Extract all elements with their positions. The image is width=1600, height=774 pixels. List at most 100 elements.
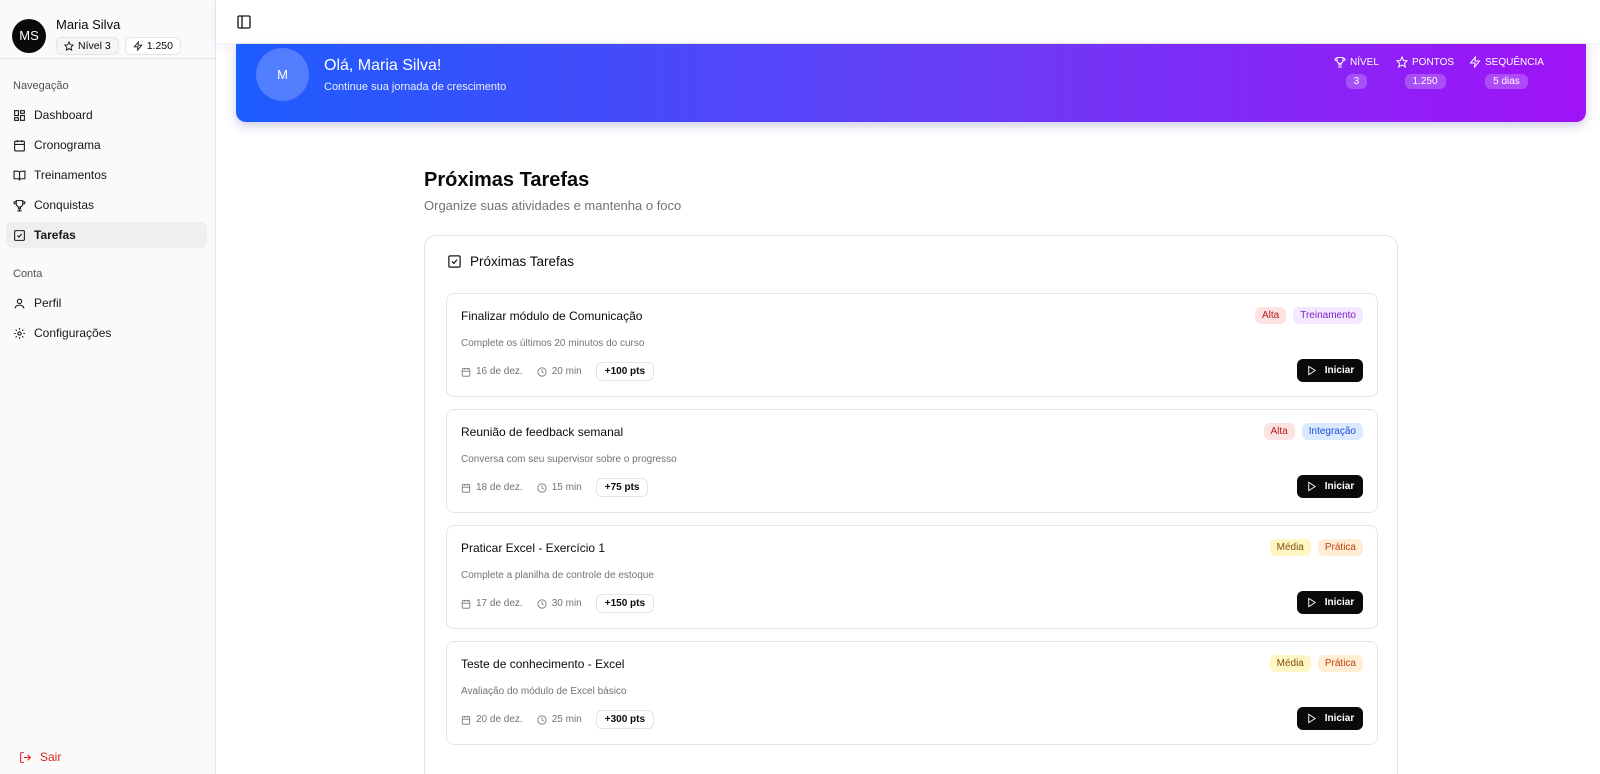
task-tags: Média Prática xyxy=(1269,539,1363,556)
stat-streak: SEQUÊNCIA 5 dias xyxy=(1469,56,1544,89)
start-task-label: Iniciar xyxy=(1324,481,1355,492)
checkbox-icon xyxy=(448,255,461,268)
nav-section: Navegação Dashboard Cronograma Treinamen… xyxy=(0,80,215,248)
points-badge: 1.250 xyxy=(124,36,181,55)
task-points-badge: +100 pts xyxy=(595,362,655,381)
calendar-icon xyxy=(461,715,471,725)
user-badges: Nível 3 1.250 xyxy=(56,36,181,55)
task-points-badge: +75 pts xyxy=(595,478,649,497)
points-badge-label: 1.250 xyxy=(146,39,173,52)
priority-badge: Média xyxy=(1269,539,1311,556)
level-badge: Nível 3 xyxy=(56,36,119,55)
calendar-icon xyxy=(14,139,25,151)
task-description: Complete a planilha de controle de estoq… xyxy=(461,570,654,581)
sidebar-item-label: Conquistas xyxy=(34,198,95,212)
priority-badge: Alta xyxy=(1263,423,1295,440)
task-tags: Alta Treinamento xyxy=(1254,307,1363,324)
logout-button[interactable]: Sair xyxy=(19,750,61,764)
category-badge: Prática xyxy=(1317,539,1363,556)
task-title: Finalizar módulo de Comunicação xyxy=(461,309,643,323)
stat-streak-label: SEQUÊNCIA xyxy=(1485,56,1544,68)
sidebar-item-label: Treinamentos xyxy=(34,168,107,182)
tasks-card-title: Próximas Tarefas xyxy=(470,254,575,269)
sidebar-item-label: Tarefas xyxy=(34,228,76,242)
tasks-card: Próximas Tarefas Finalizar módulo de Com… xyxy=(424,235,1398,774)
task-date: 17 de dez. xyxy=(461,598,523,609)
clock-icon xyxy=(537,366,547,377)
start-task-button[interactable]: Iniciar xyxy=(1297,475,1363,498)
stat-points-value: 1.250 xyxy=(1404,74,1446,89)
task-description: Complete os últimos 20 minutos do curso xyxy=(461,338,645,349)
sidebar-item-perfil[interactable]: Perfil xyxy=(6,290,207,316)
priority-badge: Média xyxy=(1269,655,1311,672)
task-title: Praticar Excel - Exercício 1 xyxy=(461,541,606,555)
avatar: MS xyxy=(12,18,46,53)
sidebar-toggle-button[interactable] xyxy=(236,14,252,30)
start-task-button[interactable]: Iniciar xyxy=(1297,359,1363,382)
sidebar-item-tarefas[interactable]: Tarefas xyxy=(6,222,207,248)
sidebar-item-conquistas[interactable]: Conquistas xyxy=(6,192,207,218)
level-badge-label: Nível 3 xyxy=(78,39,111,52)
task-tags: Média Prática xyxy=(1269,655,1363,672)
start-task-label: Iniciar xyxy=(1324,365,1355,376)
checkbox-icon xyxy=(14,229,25,241)
zap-icon xyxy=(1469,56,1481,68)
priority-badge: Alta xyxy=(1254,307,1287,324)
calendar-icon xyxy=(461,367,471,377)
sidebar-item-dashboard[interactable]: Dashboard xyxy=(6,102,207,128)
stat-level-value: 3 xyxy=(1345,74,1368,89)
nav-section-label: Navegação xyxy=(13,80,69,92)
task-item: Finalizar módulo de Comunicação Alta Tre… xyxy=(446,293,1378,397)
task-meta: 20 de dez. 25 min +300 pts xyxy=(461,710,655,729)
category-badge: Integração xyxy=(1301,423,1363,440)
star-icon xyxy=(64,40,74,51)
task-item: Reunião de feedback semanal Alta Integra… xyxy=(446,409,1378,513)
welcome-greeting: Olá, Maria Silva! xyxy=(324,57,442,74)
task-date-text: 17 de dez. xyxy=(476,598,523,609)
task-duration: 30 min xyxy=(537,598,582,609)
task-duration: 25 min xyxy=(537,714,582,725)
task-points-badge: +150 pts xyxy=(595,594,655,613)
logout-icon xyxy=(20,751,32,763)
task-date: 18 de dez. xyxy=(461,482,523,493)
trophy-icon xyxy=(13,199,26,211)
task-date-text: 18 de dez. xyxy=(476,482,523,493)
sidebar: MS Maria Silva Nível 3 1.250 Navegação D… xyxy=(0,0,216,774)
task-duration: 20 min xyxy=(537,366,582,377)
star-icon xyxy=(1396,56,1408,68)
start-task-label: Iniciar xyxy=(1324,597,1355,608)
task-duration-text: 20 min xyxy=(551,366,582,377)
task-duration: 15 min xyxy=(537,482,582,493)
start-task-button[interactable]: Iniciar xyxy=(1297,707,1363,730)
task-date-text: 20 de dez. xyxy=(476,714,523,725)
user-name: Maria Silva xyxy=(56,16,121,32)
play-icon xyxy=(1308,481,1316,492)
sidebar-item-treinamentos[interactable]: Treinamentos xyxy=(6,162,207,188)
task-date: 20 de dez. xyxy=(461,714,523,725)
task-tags: Alta Integração xyxy=(1263,423,1363,440)
play-icon xyxy=(1308,597,1316,608)
task-duration-text: 25 min xyxy=(551,714,582,725)
zap-icon xyxy=(133,40,143,51)
stat-points-label: PONTOS xyxy=(1412,56,1455,68)
start-task-label: Iniciar xyxy=(1324,713,1355,724)
task-title: Reunião de feedback semanal xyxy=(461,425,624,439)
calendar-icon xyxy=(461,483,471,493)
start-task-button[interactable]: Iniciar xyxy=(1297,591,1363,614)
sidebar-item-configuracoes[interactable]: Configurações xyxy=(6,320,207,346)
play-icon xyxy=(1308,713,1316,724)
stat-streak-value: 5 dias xyxy=(1485,74,1528,89)
task-points-badge: +300 pts xyxy=(595,710,655,729)
user-profile-summary[interactable]: MS Maria Silva Nível 3 1.250 xyxy=(0,0,215,58)
calendar-icon xyxy=(461,599,471,609)
book-icon xyxy=(13,170,26,180)
task-meta: 17 de dez. 30 min +150 pts xyxy=(461,594,655,613)
task-description: Avaliação do módulo de Excel básico xyxy=(461,686,627,697)
logout-label: Sair xyxy=(40,750,62,764)
sidebar-item-cronograma[interactable]: Cronograma xyxy=(6,132,207,158)
sidebar-item-label: Cronograma xyxy=(34,138,101,152)
play-icon xyxy=(1308,365,1316,376)
sidebar-item-label: Perfil xyxy=(34,296,62,310)
task-duration-text: 30 min xyxy=(551,598,582,609)
tasks-card-header: Próximas Tarefas xyxy=(447,254,574,269)
